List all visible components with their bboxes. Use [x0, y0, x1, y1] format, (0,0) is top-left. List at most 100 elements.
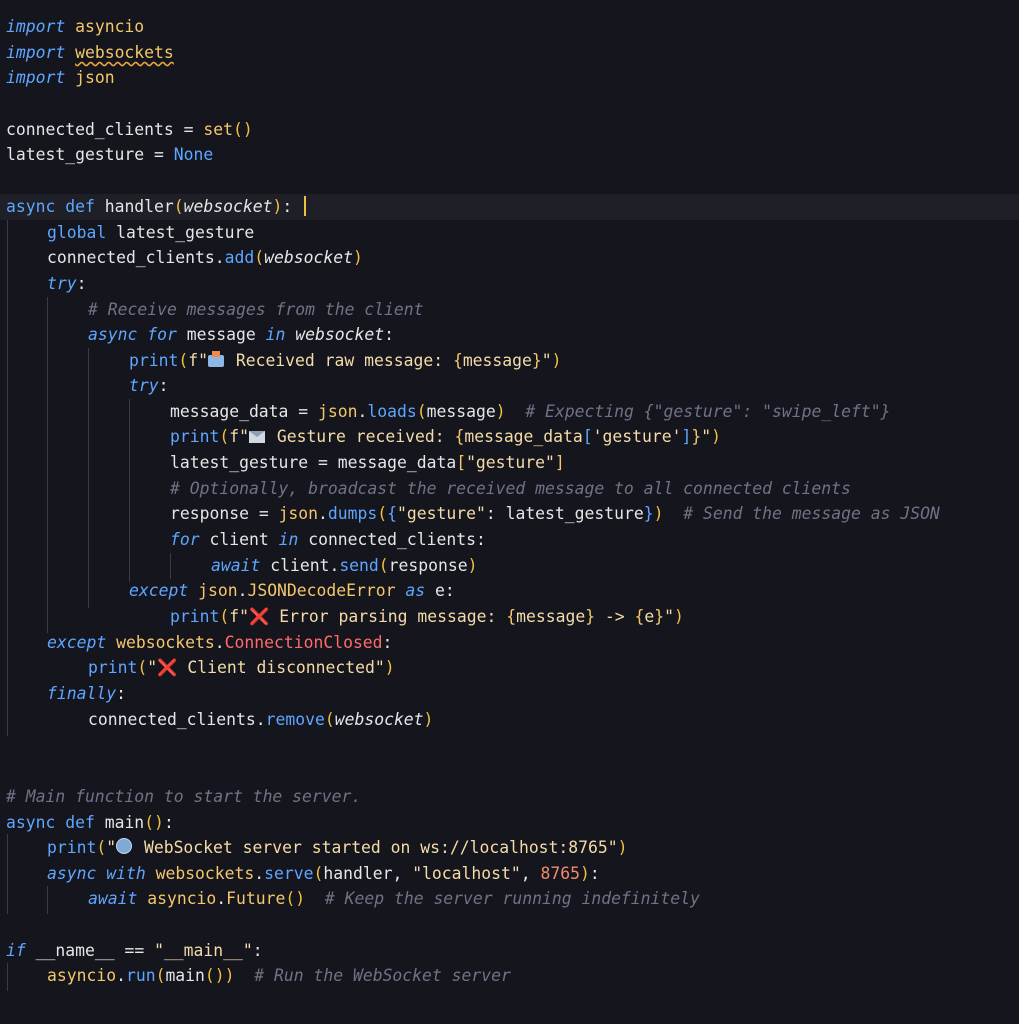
variable: message	[186, 325, 256, 344]
code-line[interactable]: import websockets	[0, 40, 1019, 66]
keyword: in	[278, 530, 299, 549]
keyword: except	[47, 633, 107, 652]
code-line[interactable]: connected_clients.remove(websocket)	[0, 707, 1019, 733]
parameter: websocket	[295, 325, 385, 344]
string: "	[701, 427, 712, 446]
cross-mark-icon: ❌	[157, 658, 178, 677]
string: f"	[229, 607, 249, 626]
code-line[interactable]: if __name__ == "__main__":	[0, 938, 1019, 964]
code-line[interactable]: print("❌ Client disconnected")	[0, 655, 1019, 681]
code-line[interactable]: connected_clients = set()	[0, 117, 1019, 143]
code-line[interactable]: latest_gesture = None	[0, 142, 1019, 168]
code-line[interactable]: await asyncio.Future() # Keep the server…	[0, 886, 1019, 912]
function-name: handler	[104, 197, 174, 216]
keyword: await	[88, 889, 138, 908]
code-line[interactable]: async with websockets.serve(handler, "lo…	[0, 861, 1019, 887]
string: Received raw message:	[225, 351, 453, 370]
parameter: websocket	[334, 710, 424, 729]
code-line[interactable]: import asyncio	[0, 14, 1019, 40]
keyword: finally	[47, 684, 117, 703]
code-line[interactable]: except websockets.ConnectionClosed:	[0, 630, 1019, 656]
code-line[interactable]: for client in connected_clients:	[0, 527, 1019, 553]
variable: latest_gesture	[505, 504, 644, 523]
expression: 'gesture'	[592, 427, 682, 446]
code-line[interactable]: connected_clients.add(websocket)	[0, 245, 1019, 271]
string: Gesture received:	[266, 427, 455, 446]
code-line[interactable]: asyncio.run(main()) # Run the WebSocket …	[0, 963, 1019, 989]
keyword: def	[65, 813, 95, 832]
code-line[interactable]: print(f" Received raw message: {message}…	[0, 348, 1019, 374]
code-line[interactable]: # Main function to start the server.	[0, 784, 1019, 810]
code-line[interactable]: # Receive messages from the client	[0, 297, 1019, 323]
keyword: for	[147, 325, 177, 344]
punctuation: :	[252, 941, 263, 960]
comment: # Optionally, broadcast the received mes…	[170, 479, 851, 498]
operator: =	[144, 145, 174, 164]
keyword: import	[6, 43, 66, 62]
code-line[interactable]: try:	[0, 271, 1019, 297]
punctuation: :	[444, 581, 455, 600]
argument: main	[165, 966, 205, 985]
parameter: websocket	[183, 197, 273, 216]
code-line-current[interactable]: async def handler(websocket):	[0, 194, 1019, 220]
code-line[interactable]: try:	[0, 373, 1019, 399]
cross-mark-icon: ❌	[248, 607, 270, 626]
method: loads	[367, 402, 417, 421]
keyword: as	[405, 581, 426, 600]
module-name: json	[318, 402, 358, 421]
keyword: in	[265, 325, 286, 344]
module-name: json	[278, 504, 319, 523]
keyword: try	[129, 376, 159, 395]
code-line[interactable]: response = json.dumps({"gesture": latest…	[0, 501, 1019, 527]
method: remove	[265, 710, 325, 729]
method: send	[339, 556, 379, 575]
builtin: print	[129, 351, 179, 370]
string: "localhost"	[412, 864, 521, 883]
string: "gesture"	[397, 504, 486, 523]
variable: latest_gesture	[170, 453, 309, 472]
expression: message	[462, 351, 532, 370]
object: connected_clients	[308, 530, 476, 549]
keyword: global	[47, 223, 107, 242]
builtin: print	[47, 838, 97, 857]
operator: =	[173, 120, 204, 139]
code-line[interactable]: global latest_gesture	[0, 220, 1019, 246]
code-line[interactable]: async def main():	[0, 810, 1019, 836]
keyword: try	[47, 274, 77, 293]
code-line[interactable]: async for message in websocket:	[0, 322, 1019, 348]
builtin: print	[170, 607, 220, 626]
code-line[interactable]: print(f" Gesture received: {message_data…	[0, 424, 1019, 450]
string: ->	[595, 607, 635, 626]
code-line[interactable]: print(" WebSocket server started on ws:/…	[0, 835, 1019, 861]
argument: response	[388, 556, 468, 575]
argument: handler	[323, 864, 393, 883]
variable: __name__	[35, 941, 115, 960]
module-name: websockets	[116, 633, 215, 652]
keyword: async	[88, 325, 138, 344]
object: message_data	[337, 453, 457, 472]
code-line[interactable]: except json.JSONDecodeError as e:	[0, 578, 1019, 604]
code-line[interactable]: import json	[0, 65, 1019, 91]
object: connected_clients	[88, 710, 256, 729]
class-name: Future	[226, 889, 286, 908]
module-name: json	[198, 581, 238, 600]
operator: =	[308, 453, 338, 472]
string: WebSocket server started on ws://localho…	[134, 838, 618, 857]
string: "	[147, 658, 158, 677]
keyword: async	[6, 197, 56, 216]
code-line[interactable]: latest_gesture = message_data["gesture"]	[0, 450, 1019, 476]
parameter: websocket	[264, 248, 353, 267]
code-line[interactable]: print(f"❌ Error parsing message: {messag…	[0, 604, 1019, 630]
variable: message_data	[170, 402, 289, 421]
envelope-icon	[248, 431, 265, 443]
keyword: with	[106, 864, 146, 883]
punctuation: :	[158, 376, 169, 395]
code-line[interactable]: finally:	[0, 681, 1019, 707]
code-editor[interactable]: import asyncio import websockets import …	[0, 0, 1019, 1024]
string: "	[541, 351, 552, 370]
code-line[interactable]: message_data = json.loads(message) # Exp…	[0, 399, 1019, 425]
module-name: asyncio	[75, 17, 145, 36]
string: f"	[229, 427, 249, 446]
code-line[interactable]: await client.send(response)	[0, 553, 1019, 579]
code-line[interactable]: # Optionally, broadcast the received mes…	[0, 476, 1019, 502]
